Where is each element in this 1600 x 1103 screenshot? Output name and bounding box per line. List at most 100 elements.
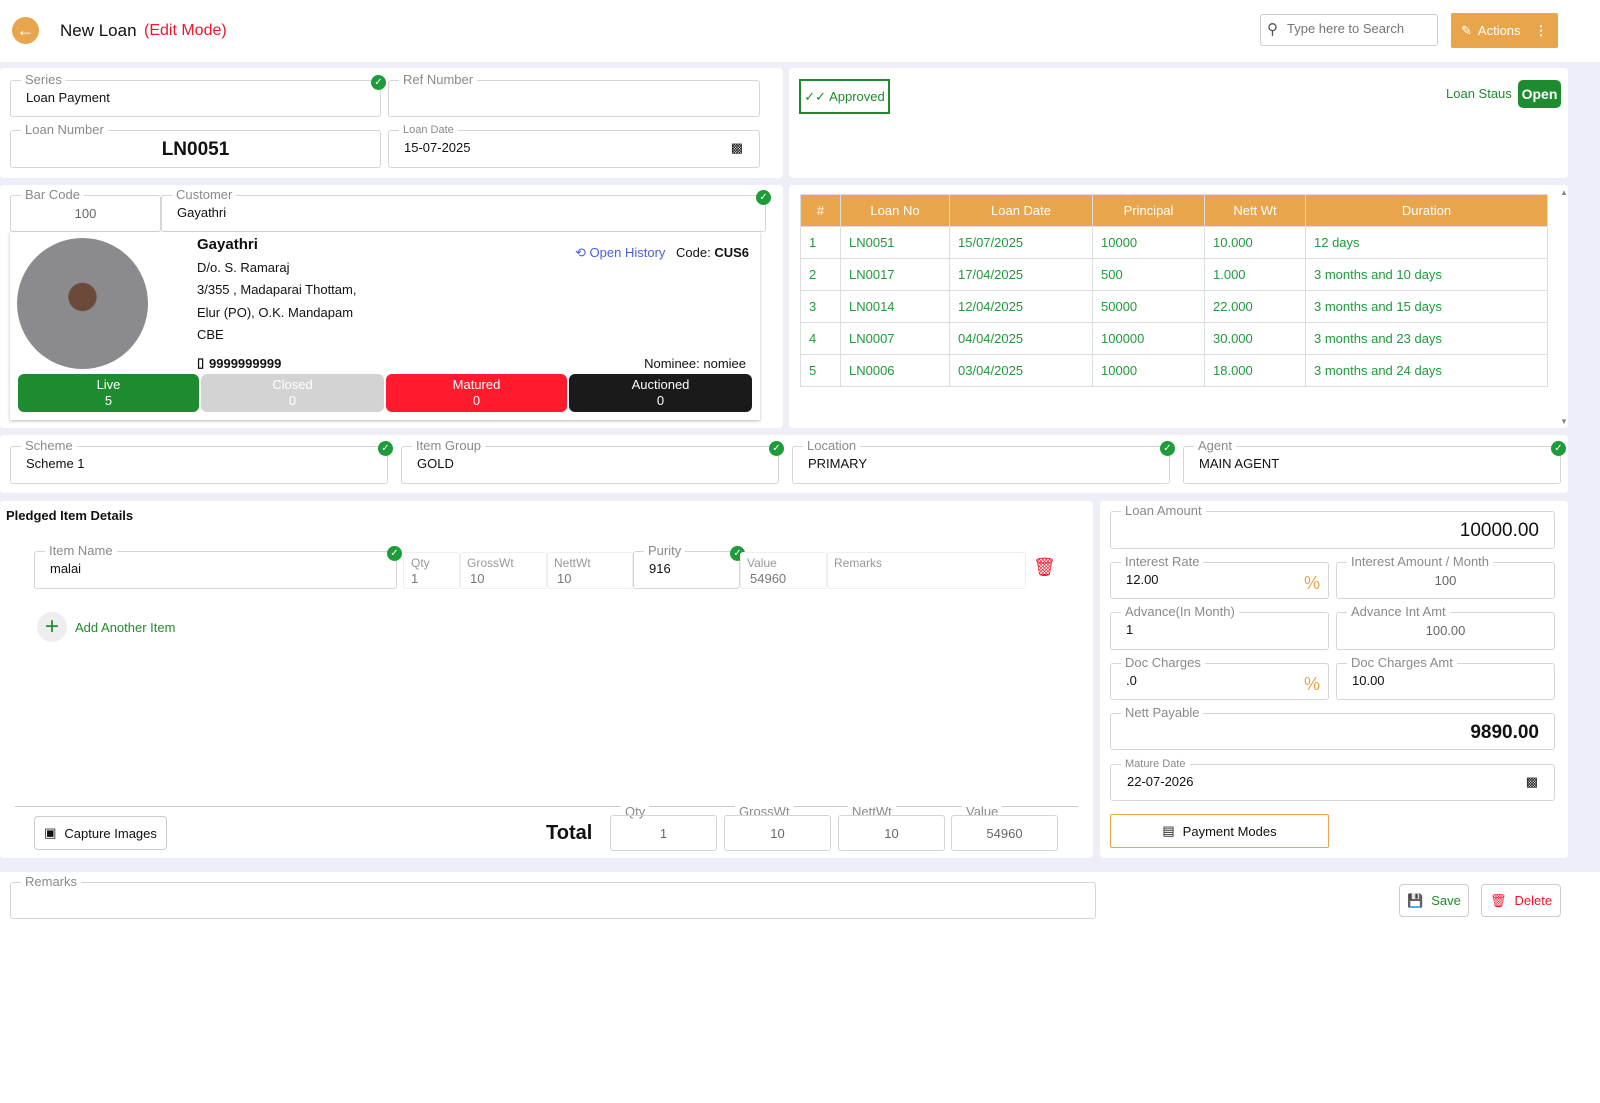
stat-closed[interactable]: Closed 0 xyxy=(201,374,384,412)
search-box[interactable]: ⚲ xyxy=(1260,14,1438,46)
column-header[interactable]: Loan Date xyxy=(949,194,1093,227)
stat-matured[interactable]: Matured 0 xyxy=(386,374,567,412)
customer-address-1: 3/355 , Madaparai Thottam, xyxy=(197,282,357,297)
column-header[interactable]: Loan No xyxy=(840,194,950,227)
customer-phone: 9999999999 xyxy=(209,356,282,371)
scrollbar[interactable]: ▲ ▼ xyxy=(1560,188,1568,426)
table-cell: 03/04/2025 xyxy=(949,354,1093,387)
calendar-icon[interactable]: ▩ xyxy=(1526,774,1538,790)
add-item-button[interactable]: + Add Another Item xyxy=(37,612,175,642)
qty-field[interactable]: Qty 1 xyxy=(403,552,460,589)
table-row[interactable]: 3 LN0014 12/04/2025 50000 22.000 3 months and… xyxy=(800,290,1548,323)
actions-label: Actions xyxy=(1477,23,1521,38)
save-label: Save xyxy=(1431,893,1461,908)
capture-images-label: Capture Images xyxy=(64,825,157,841)
gross-wt-field[interactable]: GrossWt 10 xyxy=(460,552,547,589)
table-cell: LN0006 xyxy=(840,354,950,387)
check-icon: ✓ xyxy=(1551,441,1566,456)
advance-field[interactable]: Advance(In Month) 1 xyxy=(1110,604,1329,650)
table-row[interactable]: 4 LN0007 04/04/2025 100000 30.000 3 months an… xyxy=(800,322,1548,355)
doc-charges-amt-field[interactable]: Doc Charges Amt 10.00 xyxy=(1336,655,1555,700)
table-cell: 12 days xyxy=(1305,226,1548,259)
location-field[interactable]: Location PRIMARY ✓ xyxy=(792,438,1175,484)
nett-payable-field: Nett Payable 9890.00 xyxy=(1110,705,1555,750)
loan-amount-field[interactable]: Loan Amount 10000.00 xyxy=(1110,503,1555,549)
item-group-field[interactable]: Item Group GOLD ✓ xyxy=(401,438,784,484)
item-remarks-field[interactable]: Remarks xyxy=(827,552,1026,589)
open-history-label: Open History xyxy=(589,245,666,260)
save-button[interactable]: 💾 Save xyxy=(1399,884,1469,917)
column-header[interactable]: # xyxy=(800,194,841,227)
doc-charges-amt-label: Doc Charges Amt xyxy=(1347,655,1457,671)
purity-field[interactable]: Purity 916 ✓ xyxy=(633,543,745,589)
page-title: New Loan xyxy=(60,21,137,40)
interest-rate-label: Interest Rate xyxy=(1121,554,1204,570)
purity-value: 916 xyxy=(649,561,671,576)
nett-wt-value: 10 xyxy=(557,571,572,586)
remarks-field[interactable]: Remarks xyxy=(10,874,1096,919)
mature-date-field[interactable]: Mature Date 22-07-2026 ▩ xyxy=(1110,756,1555,801)
interest-month-label: Interest Amount / Month xyxy=(1347,554,1494,570)
delete-button[interactable]: 🗑 Delete xyxy=(1481,884,1561,917)
capture-images-button[interactable]: ▣ Capture Images xyxy=(34,816,167,850)
actions-button[interactable]: ✎ Actions ⋮ xyxy=(1451,13,1558,48)
loan-number-field[interactable]: Loan Number LN0051 xyxy=(10,122,381,168)
stat-count: 0 xyxy=(472,393,481,408)
table-row[interactable]: 2 LN0017 17/04/2025 500 1.000 3 months and 10… xyxy=(800,258,1548,291)
column-header[interactable]: Nett Wt xyxy=(1204,194,1306,227)
loan-date-field[interactable]: Loan Date 15-07-2025 ▩ xyxy=(388,122,760,168)
ref-number-field[interactable]: Ref Number xyxy=(388,72,760,117)
delete-item-icon[interactable]: 🗑 xyxy=(1033,557,1056,578)
customer-photo xyxy=(17,238,148,369)
doc-charges-field[interactable]: Doc Charges .0% xyxy=(1110,655,1329,700)
doc-charges-value: .0 xyxy=(1126,673,1137,688)
save-icon: 💾 xyxy=(1407,892,1424,908)
table-cell: 10000 xyxy=(1092,226,1205,259)
approved-badge: ✓✓ Approved xyxy=(799,79,890,114)
table-cell: 18.000 xyxy=(1204,354,1306,387)
customer-field[interactable]: Customer Gayathri ✓ xyxy=(161,187,771,232)
back-icon[interactable]: ← xyxy=(12,17,39,44)
advance-int-value: 100.00 xyxy=(1425,623,1466,638)
search-input[interactable] xyxy=(1287,21,1432,36)
table-cell: 4 xyxy=(800,322,841,355)
agent-value: MAIN AGENT xyxy=(1199,456,1280,471)
loan-amount-label: Loan Amount xyxy=(1121,503,1206,519)
value-value: 54960 xyxy=(750,571,787,586)
column-header[interactable]: Duration xyxy=(1305,194,1548,227)
payment-modes-button[interactable]: ▤ Payment Modes xyxy=(1110,814,1329,848)
table-cell: 30.000 xyxy=(1204,322,1306,355)
scheme-field[interactable]: Scheme Scheme 1 ✓ xyxy=(10,438,393,484)
stat-live[interactable]: Live 5 xyxy=(18,374,199,412)
table-cell: 3 months and 10 days xyxy=(1305,258,1548,291)
item-name-field[interactable]: Item Name malai ✓ xyxy=(34,543,402,589)
series-field[interactable]: Series Loan Payment ✓ xyxy=(10,72,386,117)
search-icon: ⚲ xyxy=(1267,21,1278,38)
nett-payable-label: Nett Payable xyxy=(1121,705,1204,721)
double-check-icon: ✓✓ xyxy=(804,88,827,104)
column-header[interactable]: Principal xyxy=(1092,194,1205,227)
interest-rate-field[interactable]: Interest Rate 12.00% xyxy=(1110,554,1329,599)
check-icon: ✓ xyxy=(756,190,771,205)
loan-amount-value: 10000.00 xyxy=(1459,520,1539,541)
table-cell: 15/07/2025 xyxy=(949,226,1093,259)
nett-wt-label: NettWt xyxy=(554,556,591,570)
stat-auctioned[interactable]: Auctioned 0 xyxy=(569,374,752,412)
advance-int-label: Advance Int Amt xyxy=(1347,604,1450,620)
percent-icon: % xyxy=(1303,573,1320,593)
purity-label: Purity xyxy=(644,543,686,559)
table-row[interactable]: 5 LN0006 03/04/2025 10000 18.000 3 months and… xyxy=(800,354,1548,387)
series-label: Series xyxy=(21,72,66,88)
item-group-label: Item Group xyxy=(412,438,486,454)
customer-relation: D/o. S. Ramaraj xyxy=(197,260,290,275)
plus-icon: + xyxy=(37,612,67,642)
nett-wt-field[interactable]: NettWt 10 xyxy=(547,552,633,589)
open-history-link[interactable]: ⟲ Open History xyxy=(575,245,665,261)
table-cell: 3 xyxy=(800,290,841,323)
table-cell: 50000 xyxy=(1092,290,1205,323)
table-row[interactable]: 1 LN0051 15/07/2025 10000 10.000 12 days xyxy=(800,226,1548,259)
item-remarks-label: Remarks xyxy=(834,556,883,570)
calendar-icon[interactable]: ▩ xyxy=(731,140,743,156)
barcode-field[interactable]: Bar Code 100 xyxy=(10,187,161,232)
agent-field[interactable]: Agent MAIN AGENT ✓ xyxy=(1183,438,1566,484)
